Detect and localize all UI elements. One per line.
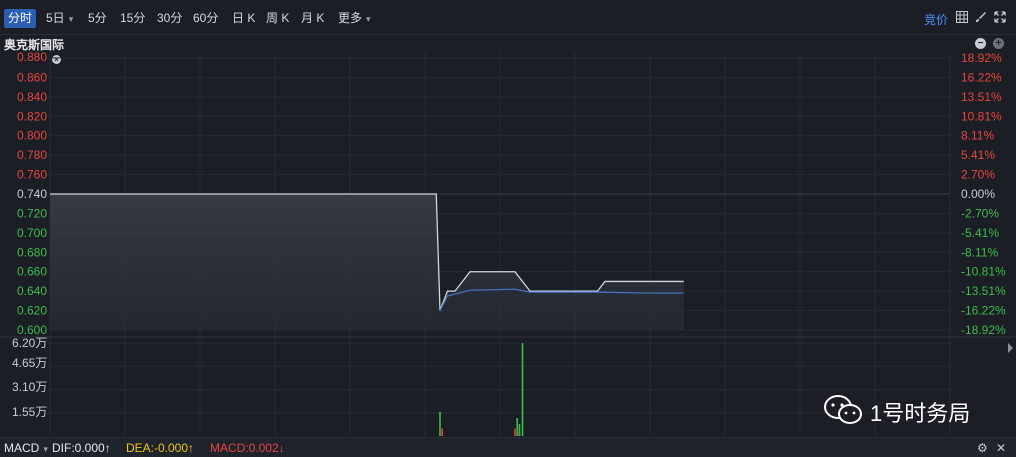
volume-tick-label: 3.10万 bbox=[12, 380, 47, 394]
close-icon[interactable]: ✕ bbox=[996, 441, 1006, 455]
price-tick-label: 0.700 bbox=[17, 226, 47, 240]
percent-tick-label: -16.22% bbox=[961, 304, 1006, 318]
price-tick-label: 0.600 bbox=[17, 323, 47, 337]
percent-tick-label: -5.41% bbox=[961, 226, 999, 240]
price-tick-label: 0.880 bbox=[17, 50, 47, 64]
price-tick-label: 0.720 bbox=[17, 206, 47, 220]
volume-bar bbox=[518, 424, 521, 436]
volume-bar bbox=[439, 412, 441, 436]
percent-tick-label: 10.81% bbox=[961, 109, 1002, 123]
price-tick-label: 0.680 bbox=[17, 245, 47, 259]
indicator-bar: MACD ▾ DIF:0.000↑ DEA:-0.000↑ MACD:0.002↓… bbox=[0, 437, 1016, 457]
volume-tick-label: 6.20万 bbox=[12, 336, 47, 350]
collapse-arrow-icon[interactable] bbox=[1008, 343, 1013, 353]
price-tick-label: 0.640 bbox=[17, 284, 47, 298]
percent-tick-label: 0.00% bbox=[961, 187, 995, 201]
percent-tick-label: -8.11% bbox=[961, 245, 998, 259]
volume-bar bbox=[441, 428, 444, 436]
macd-value: MACD:0.002↓ bbox=[210, 441, 285, 455]
dif-value: DIF:0.000↑ bbox=[52, 441, 111, 455]
gear-icon[interactable]: ⚙ bbox=[977, 441, 988, 455]
percent-tick-label: -18.92% bbox=[961, 323, 1006, 337]
percent-tick-label: -13.51% bbox=[961, 284, 1006, 298]
price-tick-label: 0.760 bbox=[17, 168, 47, 182]
volume-bar bbox=[516, 418, 519, 436]
price-tick-label: 0.620 bbox=[17, 304, 47, 318]
percent-tick-label: 18.92% bbox=[961, 51, 1002, 65]
volume-bar bbox=[514, 428, 516, 436]
indicator-name: MACD bbox=[4, 441, 40, 455]
percent-tick-label: 16.22% bbox=[961, 70, 1002, 84]
percent-tick-label: -2.70% bbox=[961, 206, 999, 220]
percent-tick-label: 5.41% bbox=[961, 148, 995, 162]
percent-tick-label: -10.81% bbox=[961, 265, 1006, 279]
price-tick-label: 0.840 bbox=[17, 90, 47, 104]
price-tick-label: 0.800 bbox=[17, 129, 47, 143]
dea-value: DEA:-0.000↑ bbox=[126, 441, 195, 455]
percent-tick-label: 2.70% bbox=[961, 168, 995, 182]
watermark-text: 1号时务局 bbox=[870, 401, 971, 426]
wechat-icon bbox=[824, 395, 862, 424]
volume-bar bbox=[521, 343, 524, 436]
price-tick-label: 0.820 bbox=[17, 109, 47, 123]
price-tick-label: 0.740 bbox=[17, 187, 47, 201]
volume-tick-label: 1.55万 bbox=[12, 405, 47, 419]
price-tick-label: 0.860 bbox=[17, 70, 47, 84]
price-tick-label: 0.780 bbox=[17, 148, 47, 162]
volume-tick-label: 4.65万 bbox=[12, 356, 47, 370]
percent-tick-label: 8.11% bbox=[961, 129, 994, 143]
price-area bbox=[50, 194, 684, 330]
price-tick-label: 0.660 bbox=[17, 265, 47, 279]
price-area-fill bbox=[50, 194, 684, 330]
intraday-chart: 0.880 0.860 0.840 0.820 0.800 0.780 0.760 0.740… bbox=[0, 50, 1016, 436]
percent-tick-label: 13.51% bbox=[961, 90, 1002, 104]
indicator-select[interactable]: MACD ▾ bbox=[4, 441, 48, 455]
chevron-down-icon: ▾ bbox=[43, 444, 48, 454]
